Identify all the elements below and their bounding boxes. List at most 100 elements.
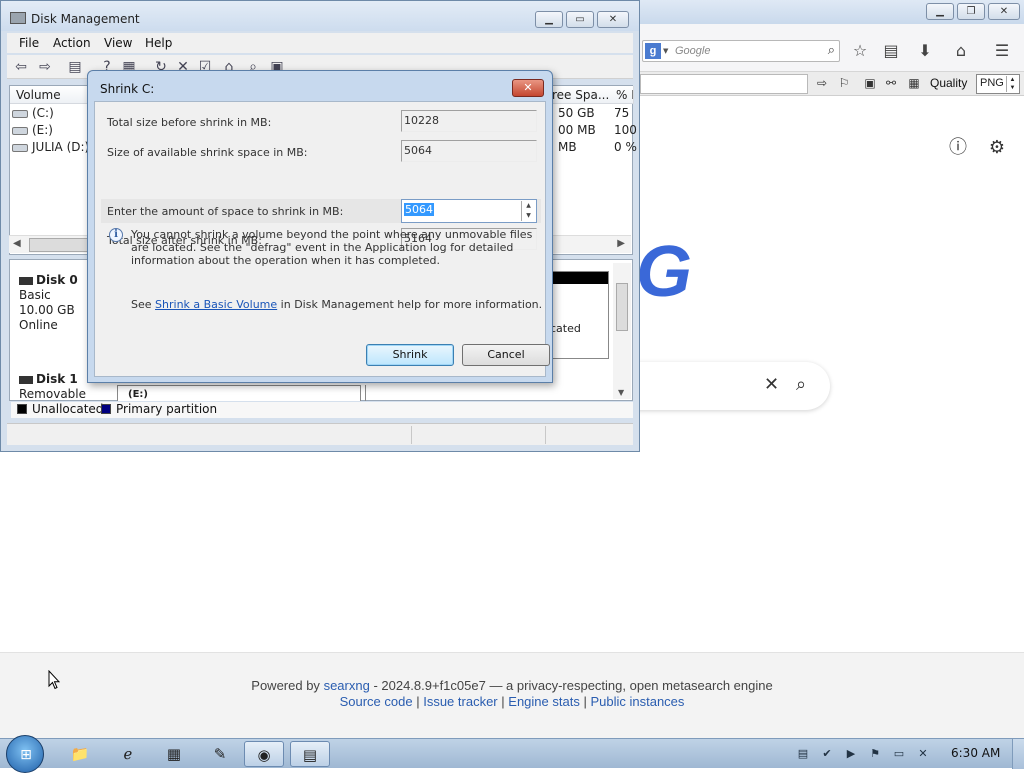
menu-hamburger-icon[interactable]: ☰	[991, 40, 1013, 62]
help-reference: See Shrink a Basic Volume in Disk Manage…	[131, 298, 542, 311]
tray-flag-icon[interactable]: ⚑	[868, 747, 882, 761]
menu-action[interactable]: Action	[53, 36, 91, 50]
page-icon[interactable]: ▣	[861, 74, 879, 92]
source-code-link[interactable]: Source code	[340, 694, 413, 709]
binoculars-icon[interactable]: ⚯	[882, 74, 900, 92]
volume-row[interactable]: (E:)	[12, 123, 53, 139]
show-hide-tree-icon[interactable]: ▤	[65, 57, 85, 77]
cancel-button[interactable]: Cancel	[462, 344, 550, 366]
clipboard-icon[interactable]: ▦	[905, 74, 923, 92]
bookmark-star-icon[interactable]: ☆	[849, 40, 871, 62]
address-bar[interactable]	[640, 74, 808, 94]
scroll-thumb[interactable]	[616, 283, 628, 331]
disk-management-taskbar-icon[interactable]: ▤	[290, 741, 330, 767]
status-bar	[7, 423, 633, 445]
partition-text: cated	[550, 322, 581, 335]
dm-close-button[interactable]: ✕	[597, 11, 629, 28]
start-button[interactable]: ⊞	[6, 735, 44, 773]
scroll-down-icon[interactable]: ▼	[618, 388, 624, 397]
mouse-cursor-icon	[48, 670, 60, 690]
legend-unallocated: Unallocated	[32, 402, 104, 416]
disk-0-label[interactable]: Disk 0 Basic 10.00 GB Online	[19, 273, 78, 333]
engine-dropdown-icon[interactable]: ▼	[663, 47, 668, 55]
scroll-right-icon[interactable]: ▶	[617, 238, 625, 249]
shrink-amount-value: 5064	[404, 203, 434, 216]
info-icon: i	[109, 228, 123, 242]
free-space-cell: 50 GB	[558, 106, 595, 120]
shrink-basic-volume-link[interactable]: Shrink a Basic Volume	[155, 298, 277, 311]
see-prefix: See	[131, 298, 152, 311]
paint-taskbar-icon[interactable]: ✎	[200, 741, 240, 767]
go-arrow-icon[interactable]: ⇨	[813, 74, 831, 92]
engine-stats-link[interactable]: Engine stats	[508, 694, 580, 709]
public-instances-link[interactable]: Public instances	[590, 694, 684, 709]
bookmark-icon[interactable]: ⚐	[835, 74, 853, 92]
tray-security-icon[interactable]: ✔	[820, 747, 834, 761]
browser-restore-button[interactable]: ❐	[957, 3, 985, 20]
shrink-button[interactable]: Shrink	[366, 344, 454, 366]
browser-search-input[interactable]: g ▼ Google ⌕	[642, 40, 840, 62]
explorer-taskbar-icon[interactable]: 📁	[60, 741, 100, 767]
shrink-amount-input[interactable]: 5064 ▲ ▼	[401, 199, 537, 223]
bookmarks-list-icon[interactable]: ▤	[880, 40, 902, 62]
volume-name: (C:)	[32, 106, 54, 120]
browser-close-button[interactable]: ✕	[988, 3, 1020, 20]
format-spinner-icon[interactable]: ▲ ▼	[1006, 76, 1018, 92]
footer-line-2: Source code | Issue tracker | Engine sta…	[0, 694, 1024, 709]
footer-separator: |	[583, 694, 587, 709]
volume-row[interactable]: JULIA (D:)	[12, 140, 89, 156]
disk-vertical-scrollbar[interactable]: ▼	[613, 263, 631, 399]
tray-monitor-icon[interactable]: ▭	[892, 747, 906, 761]
search-submit-icon[interactable]: ⌕	[796, 374, 806, 395]
scroll-left-icon[interactable]: ◀	[13, 238, 21, 249]
search-icon[interactable]: ⌕	[828, 43, 835, 58]
forward-arrow-icon[interactable]: ⇨	[35, 57, 55, 77]
dialog-close-button[interactable]: ✕	[512, 79, 544, 97]
legend: Unallocated Primary partition	[11, 402, 633, 418]
disk-1-partition[interactable]: (E:)	[117, 385, 361, 401]
free-space-cell: MB	[558, 140, 577, 154]
browser-minimize-button[interactable]: ▁	[926, 3, 954, 20]
total-before-label: Total size before shrink in MB:	[107, 116, 272, 129]
removable-disk-icon	[19, 375, 33, 384]
see-suffix: in Disk Management help for more informa…	[280, 298, 543, 311]
disk-1-label[interactable]: Disk 1 Removable	[19, 372, 86, 402]
quality-label: Quality	[930, 76, 968, 90]
settings-gear-icon[interactable]: ⚙	[985, 136, 1009, 160]
footer-separator: |	[501, 694, 505, 709]
pct-free-cell: 75	[614, 106, 630, 120]
volume-row[interactable]: (C:)	[12, 106, 54, 122]
show-desktop-button[interactable]	[1012, 739, 1024, 769]
dm-maximize-button[interactable]: ▭	[566, 11, 594, 28]
system-clock[interactable]: 6:30 AM	[951, 746, 1000, 760]
tray-play-icon[interactable]: ▶	[844, 747, 858, 761]
volume-name: (E:)	[32, 123, 53, 137]
menu-view[interactable]: View	[104, 36, 132, 50]
media-taskbar-icon[interactable]: ▦	[154, 741, 194, 767]
column-header-pct-free[interactable]: % F	[610, 86, 634, 104]
version-text: - 2024.8.9+f1c05e7 — a privacy-respectin…	[373, 678, 773, 693]
menu-file[interactable]: File	[19, 36, 39, 50]
column-header-free-space[interactable]: ree Spa...	[546, 86, 616, 104]
downloads-icon[interactable]: ⬇	[914, 40, 936, 62]
menu-help[interactable]: Help	[145, 36, 172, 50]
tray-network-icon[interactable]: ▤	[796, 747, 810, 761]
primary-swatch	[101, 404, 111, 414]
google-engine-icon[interactable]: g	[645, 43, 661, 59]
format-value: PNG	[980, 77, 1004, 89]
searxng-logo: G	[636, 232, 693, 312]
issue-tracker-link[interactable]: Issue tracker	[423, 694, 497, 709]
internet-explorer-taskbar-icon[interactable]: ℯ	[108, 741, 148, 767]
clear-search-icon[interactable]: ✕	[764, 374, 779, 395]
back-arrow-icon[interactable]: ⇦	[11, 57, 31, 77]
home-icon[interactable]: ⌂	[950, 40, 972, 62]
firefox-taskbar-icon[interactable]: ◉	[244, 741, 284, 767]
tray-volume-muted-icon[interactable]: ✕	[916, 747, 930, 761]
web-search-box[interactable]: ✕ ⌕	[620, 362, 830, 410]
info-icon[interactable]: ⓘ	[946, 136, 970, 160]
disk-0-name: Disk 0	[36, 273, 78, 287]
dm-minimize-button[interactable]: ▁	[535, 11, 563, 28]
searxng-link[interactable]: searxng	[324, 678, 370, 693]
spinner-arrows-icon[interactable]: ▲ ▼	[521, 201, 535, 221]
format-select[interactable]: PNG ▲ ▼	[976, 74, 1020, 94]
